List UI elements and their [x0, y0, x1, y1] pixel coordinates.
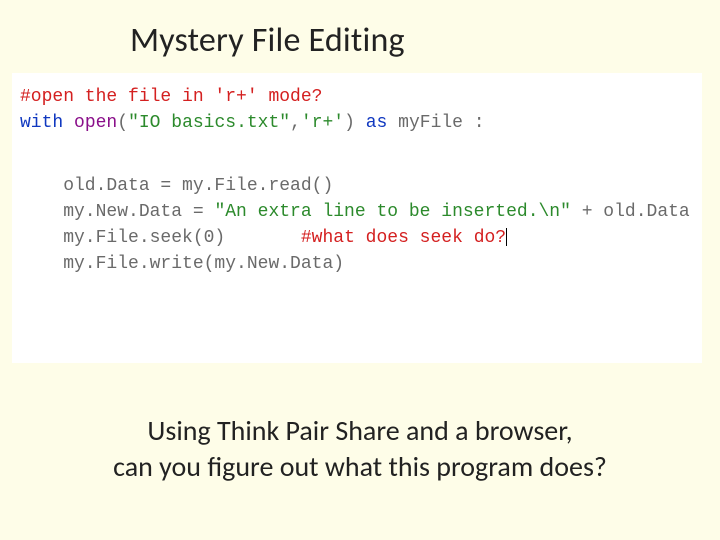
assign-left: my.New.Data = — [20, 202, 214, 222]
code-line-read: old.Data = my.File.read() — [20, 174, 694, 198]
code-line-newdata: my.New.Data = "An extra line to be inser… — [20, 200, 694, 224]
blank-line — [20, 138, 694, 156]
code-line-comment: #open the file in 'r+' mode? — [20, 85, 694, 109]
comment-text: #open the file in 'r+' mode? — [20, 87, 322, 107]
kw-with: with — [20, 113, 63, 133]
sp2 — [355, 113, 366, 133]
str-extra: "An extra line to be inserted.\n" — [214, 202, 570, 222]
concat-right: + old.Data — [571, 202, 690, 222]
slide-title: Mystery File Editing — [0, 0, 720, 61]
str-mode: 'r+' — [301, 113, 344, 133]
str-filename: "IO basics.txt" — [128, 113, 290, 133]
fn-open: open — [74, 113, 117, 133]
comma: , — [290, 113, 301, 133]
footer-text: Using Think Pair Share and a browser, ca… — [0, 413, 720, 486]
var-myfile: myFile : — [387, 113, 484, 133]
footer-line-1: Using Think Pair Share and a browser, — [20, 413, 700, 449]
code-line-write: my.File.write(my.New.Data) — [20, 252, 694, 276]
code-line-seek: my.File.seek(0) #what does seek do? — [20, 226, 694, 250]
code-block: #open the file in 'r+' mode? with open("… — [12, 73, 702, 363]
text-cursor — [506, 228, 507, 246]
code-line-with: with open("IO basics.txt",'r+') as myFil… — [20, 111, 694, 135]
paren-close: ) — [344, 113, 355, 133]
comment-seek: #what does seek do? — [301, 228, 506, 248]
footer-line-2: can you figure out what this program doe… — [20, 449, 700, 485]
paren-open: ( — [117, 113, 128, 133]
blank-line — [20, 156, 694, 174]
sp — [63, 113, 74, 133]
kw-as: as — [366, 113, 388, 133]
seek-call: my.File.seek(0) — [20, 228, 301, 248]
